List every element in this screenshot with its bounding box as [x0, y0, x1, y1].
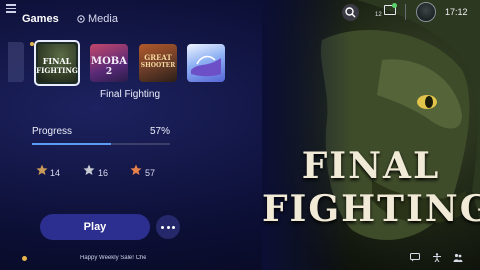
avatar[interactable]	[416, 2, 436, 22]
game-tile-moba-2[interactable]: MOBA 2	[90, 44, 128, 82]
notification-count: 12	[375, 12, 382, 18]
game-tile-great-shooter[interactable]: GREAT SHOOTER	[139, 44, 177, 82]
chat-icon[interactable]	[410, 253, 420, 262]
game-tile-fantasy[interactable]	[187, 44, 225, 82]
news-ticker[interactable]: Happy Weekly Sale! Check	[80, 255, 146, 261]
more-dot	[160, 225, 164, 229]
game-tile-final-fighting[interactable]: FINAL FIGHTING	[34, 40, 80, 86]
tile-text-line2: FIGHTING	[36, 66, 78, 75]
tab-games[interactable]: Games	[22, 13, 59, 25]
accessibility-icon[interactable]	[432, 253, 442, 262]
tile-previous-ghost[interactable]	[8, 42, 24, 82]
notification-dot	[392, 3, 397, 8]
silver-trophy-icon	[83, 164, 95, 175]
tab-media[interactable]: Media	[88, 13, 118, 25]
gold-trophy-count: 57	[145, 168, 156, 178]
hero-title-line2: FIGHTING	[262, 188, 480, 230]
selected-game-title: Final Fighting	[99, 89, 161, 100]
progress-label: Progress	[32, 126, 73, 137]
tile-text-line1: GREAT	[144, 53, 172, 62]
tile-text-line2: SHOOTER	[140, 62, 176, 69]
search-icon	[345, 7, 356, 18]
bronze-trophy-count: 14	[50, 168, 61, 178]
clock: 17:12	[445, 7, 468, 17]
silver-trophy-count: 16	[98, 168, 109, 178]
media-icon	[77, 15, 85, 23]
tile-text-line1: FINAL	[42, 56, 72, 66]
gold-trophy-icon	[130, 164, 142, 175]
more-options-button[interactable]	[156, 215, 180, 239]
menu-icon[interactable]	[6, 4, 16, 13]
progress-bar-fill	[32, 143, 111, 145]
more-dot	[166, 225, 170, 229]
progress-percent: 57%	[150, 126, 171, 137]
tile-text-line2: 2	[105, 67, 113, 77]
search-button[interactable]	[342, 4, 359, 21]
hero-title-line1: FINAL	[301, 145, 441, 187]
news-indicator-dot	[22, 256, 27, 261]
tile-art	[191, 55, 221, 77]
more-dot	[172, 225, 176, 229]
play-button[interactable]: Play	[40, 214, 150, 240]
bronze-trophy-icon	[36, 164, 48, 175]
friends-icon[interactable]	[453, 253, 463, 262]
tile-text-line1: MOBA	[91, 56, 127, 67]
progress-bar	[32, 143, 170, 145]
divider	[405, 4, 406, 20]
